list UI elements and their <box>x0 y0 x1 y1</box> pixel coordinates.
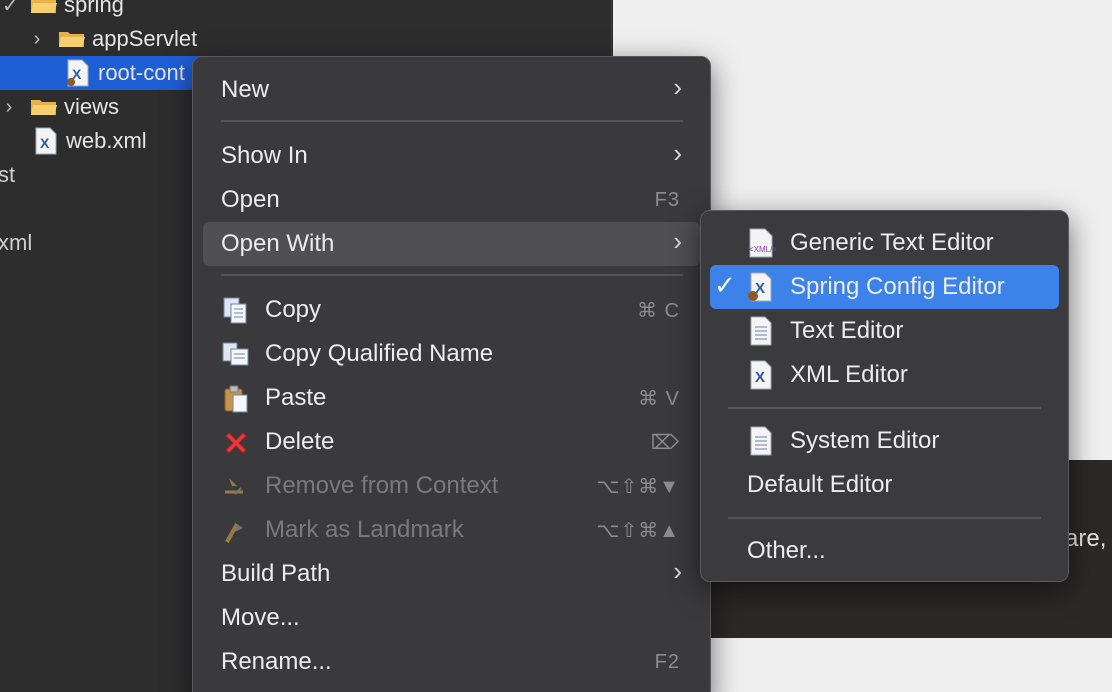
menu-item-paste[interactable]: Paste ⌘ V <box>203 376 700 420</box>
chevron-down-icon[interactable]: ✓ <box>2 0 19 18</box>
checkmark-icon: ✓ <box>714 270 736 300</box>
chevron-right-icon: › <box>673 556 682 586</box>
delete-icon <box>221 428 251 458</box>
tree-item-label: root-cont <box>98 60 185 85</box>
generic-text-editor-icon: <XML/> <box>746 228 777 258</box>
spring-xml-file-icon: X <box>66 59 90 87</box>
folder-icon <box>58 29 86 49</box>
submenu-item-text-editor[interactable]: Text Editor <box>710 309 1059 353</box>
text-editor-icon <box>746 316 776 346</box>
paste-icon <box>221 384 251 414</box>
svg-text:X: X <box>755 369 765 386</box>
menu-item-rename[interactable]: Rename... F2 <box>203 640 700 684</box>
menu-item-new[interactable]: New › <box>203 68 700 112</box>
menu-item-open[interactable]: Open F3 <box>203 178 700 222</box>
chevron-right-icon: › <box>673 226 682 256</box>
menu-separator <box>221 120 683 122</box>
spring-config-editor-icon: X <box>746 272 776 302</box>
menu-item-show-in[interactable]: Show In › <box>203 134 700 178</box>
shortcut-label: F2 <box>654 650 680 673</box>
menu-item-open-with[interactable]: Open With › <box>203 222 700 266</box>
copy-qualified-name-icon <box>221 340 251 370</box>
shortcut-label: ⌦ <box>650 431 680 454</box>
submenu-item-generic-text-editor[interactable]: <XML/> Generic Text Editor <box>710 221 1059 265</box>
menu-item-delete[interactable]: Delete ⌦ <box>203 420 700 464</box>
submenu-separator <box>728 517 1041 519</box>
shortcut-label: ⌥⇧⌘▼ <box>596 475 680 498</box>
tree-item-label: web.xml <box>66 128 147 153</box>
remove-from-context-icon <box>221 472 251 502</box>
chevron-right-icon: › <box>673 72 682 102</box>
shortcut-label: ⌘ V <box>638 387 680 410</box>
menu-separator <box>221 274 683 276</box>
submenu-item-spring-config-editor[interactable]: ✓ X Spring Config Editor <box>710 265 1059 309</box>
chevron-right-icon: › <box>673 138 682 168</box>
menu-item-copy[interactable]: Copy ⌘ C <box>203 288 700 332</box>
context-menu: New › Show In › Open F3 Open With › Copy… <box>192 56 711 692</box>
dark-panel-text: are, <box>1065 525 1107 552</box>
svg-text:<XML/>: <XML/> <box>749 245 776 254</box>
menu-item-move[interactable]: Move... <box>203 596 700 640</box>
copy-icon <box>221 296 251 326</box>
menu-item-build-path[interactable]: Build Path › <box>203 552 700 596</box>
tree-item-label: views <box>64 94 120 119</box>
truncated-tree-label: xml <box>0 230 33 255</box>
shortcut-label: ⌘ C <box>637 299 680 322</box>
landmark-icon <box>221 516 251 546</box>
shortcut-label: ⌥⇧⌘▲ <box>596 519 680 542</box>
folder-open-icon <box>30 0 58 15</box>
truncated-tree-label: st <box>0 162 16 187</box>
chevron-right-icon[interactable]: › <box>30 28 44 51</box>
submenu-item-default-editor[interactable]: Default Editor <box>710 463 1059 507</box>
submenu-separator <box>728 407 1041 409</box>
chevron-right-icon[interactable]: › <box>2 96 16 119</box>
system-editor-icon <box>746 426 776 456</box>
open-with-submenu: <XML/> Generic Text Editor ✓ X Spring Co… <box>700 210 1069 582</box>
menu-item-copy-qualified-name[interactable]: Copy Qualified Name <box>203 332 700 376</box>
xml-file-icon: X <box>34 127 58 155</box>
tree-item-label: appServlet <box>92 26 198 51</box>
xml-editor-icon: X <box>746 360 776 390</box>
svg-text:X: X <box>40 135 50 151</box>
submenu-item-system-editor[interactable]: System Editor <box>710 419 1059 463</box>
folder-icon <box>30 97 58 117</box>
tree-item-web-xml[interactable]: X web.xml <box>34 124 147 158</box>
tree-item-spring[interactable]: ✓ spring <box>2 0 124 22</box>
tree-item-appservlet[interactable]: › appServlet <box>30 22 198 56</box>
tree-item-views[interactable]: › views <box>2 90 119 124</box>
submenu-item-xml-editor[interactable]: X XML Editor <box>710 353 1059 397</box>
submenu-item-other[interactable]: Other... <box>710 529 1059 573</box>
menu-item-remove-from-context[interactable]: Remove from Context ⌥⇧⌘▼ <box>203 464 700 508</box>
menu-item-mark-as-landmark[interactable]: Mark as Landmark ⌥⇧⌘▲ <box>203 508 700 552</box>
shortcut-label: F3 <box>654 188 680 211</box>
tree-item-label: spring <box>64 0 124 17</box>
